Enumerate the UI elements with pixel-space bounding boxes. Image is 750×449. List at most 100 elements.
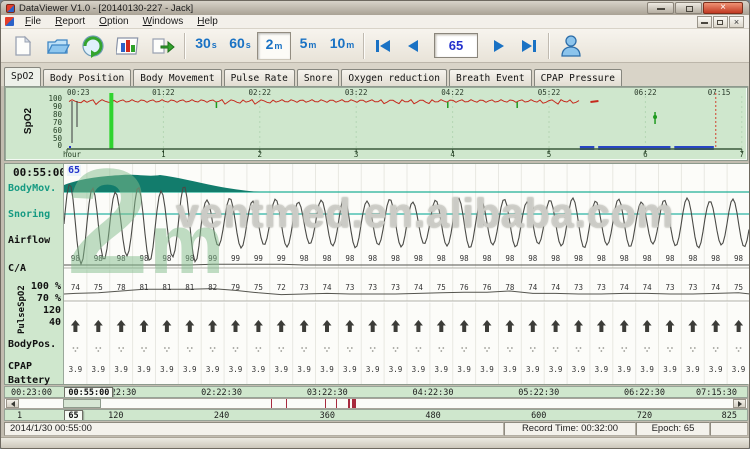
svg-text:3.9: 3.9 — [320, 365, 334, 374]
menu-bar: File Report Option Windows Help × — [1, 15, 749, 29]
timeline-time-label: 02:22:30 — [198, 388, 246, 398]
export-button[interactable] — [145, 31, 180, 61]
close-icon: × — [704, 2, 742, 14]
first-epoch-button[interactable] — [368, 32, 398, 60]
spo2-overview-panel[interactable]: SpO2 1009080706050000:2301:2202:2203:220… — [4, 86, 748, 161]
close-button[interactable]: × — [703, 2, 743, 14]
minimize-icon — [657, 8, 665, 10]
scrollbar-right-arrow[interactable] — [733, 399, 746, 408]
menu-windows[interactable]: Windows — [136, 15, 191, 28]
svg-text:75: 75 — [437, 283, 446, 292]
scale-30s-button[interactable]: 30s — [189, 32, 223, 60]
svg-text:81: 81 — [140, 283, 149, 292]
svg-text:3.9: 3.9 — [92, 365, 106, 374]
last-epoch-button[interactable] — [514, 32, 544, 60]
scale-120: 120 — [25, 305, 61, 316]
svg-text:73: 73 — [665, 283, 674, 292]
prev-epoch-button[interactable] — [398, 32, 428, 60]
channels-panel: 00:55:00 BodyMov. Snoring Airflow C/A Pu… — [4, 163, 748, 385]
minimize-button[interactable] — [647, 2, 674, 14]
scale-unit: s — [212, 40, 217, 50]
svg-text:3.9: 3.9 — [389, 365, 403, 374]
svg-text:3.9: 3.9 — [69, 365, 83, 374]
tab-body-position[interactable]: Body Position — [43, 69, 131, 86]
menu-report[interactable]: Report — [48, 15, 92, 28]
svg-text:98: 98 — [597, 254, 607, 263]
mdi-minimize-button[interactable] — [697, 16, 712, 28]
svg-text:79: 79 — [231, 283, 240, 292]
scale-num: 5 — [300, 35, 308, 51]
toolbar-separator — [184, 33, 185, 59]
next-epoch-button[interactable] — [484, 32, 514, 60]
svg-text:3.9: 3.9 — [617, 365, 631, 374]
svg-text:98: 98 — [162, 254, 172, 263]
next-epoch-icon — [492, 38, 506, 54]
tab-breath-event[interactable]: Breath Event — [449, 69, 532, 86]
minimize-icon — [701, 22, 708, 24]
svg-text:98: 98 — [71, 254, 81, 263]
svg-text:3.9: 3.9 — [526, 365, 540, 374]
timeline-current-epoch[interactable]: 65 — [64, 410, 82, 421]
svg-text:98: 98 — [620, 254, 630, 263]
svg-text:73: 73 — [391, 283, 400, 292]
svg-text:82: 82 — [208, 283, 217, 292]
tab-bar: SpO2 Body Position Body Movement Pulse R… — [1, 63, 749, 86]
menu-file[interactable]: File — [18, 15, 48, 28]
timeline-time-label: 04:22:30 — [409, 388, 457, 398]
scrollbar-left-arrow[interactable] — [6, 399, 19, 408]
tab-pulse-rate[interactable]: Pulse Rate — [224, 69, 295, 86]
svg-text:3.9: 3.9 — [183, 365, 197, 374]
scale-60s-button[interactable]: 60s — [223, 32, 257, 60]
scrollbar-thumb[interactable] — [63, 399, 101, 408]
overview-hour-tick: 3 — [348, 150, 364, 159]
svg-text:74: 74 — [322, 283, 332, 292]
tab-body-movement[interactable]: Body Movement — [133, 69, 221, 86]
svg-text:75: 75 — [734, 283, 743, 292]
sync-button[interactable] — [75, 31, 110, 61]
timeline-epoch-label: 600 — [524, 411, 554, 421]
row-label-battery: Battery — [8, 375, 50, 386]
title-bar[interactable]: DataViewer V1.0 - [20140130-227 - Jack] … — [1, 1, 749, 15]
patient-button[interactable] — [553, 31, 588, 61]
timeline-epoch-label: 360 — [312, 411, 342, 421]
open-file-button[interactable] — [40, 31, 75, 61]
tab-cpap-pressure[interactable]: CPAP Pressure — [534, 69, 622, 86]
svg-text:98: 98 — [551, 254, 561, 263]
menu-help[interactable]: Help — [190, 15, 225, 28]
overview-ytick: 0 — [35, 141, 62, 150]
maximize-button[interactable] — [675, 2, 702, 14]
overview-plot[interactable]: 1009080706050000:2301:2202:2203:2204:220… — [5, 87, 749, 161]
timeline-time-label: 00:23:00 — [11, 388, 52, 398]
scale-100pct: 100 % — [25, 281, 61, 292]
channels-chart[interactable]: 65 2m ventmed.en.alibaba.com 98743.99875… — [63, 164, 749, 384]
timeline-epoch-label: 240 — [207, 411, 237, 421]
epoch-input[interactable]: 65 — [434, 33, 478, 58]
svg-text:98: 98 — [300, 254, 310, 263]
timeline-epochs-row: 165120240360480600720825 — [4, 409, 748, 421]
svg-text:3.9: 3.9 — [663, 365, 677, 374]
timeline-current-time[interactable]: 00:55:00 — [64, 387, 113, 398]
svg-text:81: 81 — [162, 283, 171, 292]
overview-time-label: 05:22 — [532, 88, 566, 97]
mdi-restore-button[interactable] — [713, 16, 728, 28]
tab-oxygen-reduction[interactable]: Oxygen reduction — [341, 69, 447, 86]
svg-text:73: 73 — [688, 283, 697, 292]
svg-text:98: 98 — [734, 254, 744, 263]
event-mark — [336, 399, 337, 408]
menu-option[interactable]: Option — [92, 15, 135, 28]
svg-text:76: 76 — [460, 283, 470, 292]
status-spare — [710, 422, 748, 436]
scale-5m-button[interactable]: 5m — [291, 32, 325, 60]
timeline-scrollbar[interactable] — [4, 398, 748, 409]
overview-hour-tick: 2 — [252, 150, 268, 159]
scale-2m-button[interactable]: 2m — [257, 32, 291, 60]
tab-snore[interactable]: Snore — [297, 69, 340, 86]
new-file-button[interactable] — [5, 31, 40, 61]
timeline-time-label: 06:22:30 — [620, 388, 668, 398]
scale-10m-button[interactable]: 10m — [325, 32, 359, 60]
svg-text:3.9: 3.9 — [412, 365, 426, 374]
tab-spo2[interactable]: SpO2 — [4, 67, 41, 86]
mdi-close-button[interactable]: × — [729, 16, 744, 28]
svg-text:99: 99 — [208, 254, 217, 263]
report-button[interactable] — [110, 31, 145, 61]
